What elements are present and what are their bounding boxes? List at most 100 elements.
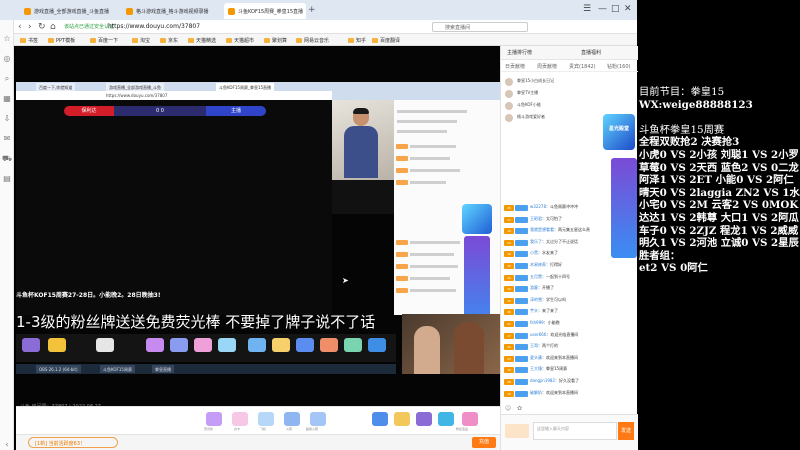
star-icon[interactable]: ☆ bbox=[2, 34, 12, 44]
chat-input[interactable]: 这里输入聊天内容 bbox=[533, 422, 617, 440]
chat-message: 23 夏头康：欢迎来到本直播间 bbox=[504, 355, 578, 364]
gift-item[interactable] bbox=[232, 412, 248, 426]
chat-username[interactable]: user666 bbox=[530, 332, 546, 337]
gift-item[interactable] bbox=[438, 412, 454, 426]
browser-tab[interactable]: 格斗游戏直播_格斗游戏视频录播 bbox=[122, 3, 222, 19]
cart-icon[interactable]: ⛟ bbox=[2, 154, 12, 164]
search-input[interactable]: 搜索直播间 bbox=[432, 22, 528, 32]
chat-username[interactable]: 芋头 bbox=[530, 308, 538, 313]
chat-username[interactable]: 五月赞 bbox=[530, 274, 542, 279]
gift-item[interactable] bbox=[372, 412, 388, 426]
level-badge: 18 bbox=[504, 251, 514, 258]
search-icon[interactable]: ⌕ bbox=[2, 74, 12, 84]
chat-username[interactable]: 夏头康 bbox=[530, 355, 542, 360]
gift-item[interactable] bbox=[258, 412, 274, 426]
browser-tab[interactable]: 游戏直播_全部游戏直播_斗鱼直播 bbox=[20, 3, 120, 19]
bookmark-item[interactable]: 知乎 bbox=[348, 37, 366, 44]
game-icon[interactable]: ◎ bbox=[2, 54, 12, 64]
gift-item[interactable] bbox=[394, 412, 410, 426]
promo-banner[interactable]: 星光殿堂 bbox=[603, 114, 635, 150]
close-icon[interactable]: ✕ bbox=[624, 3, 632, 15]
gift-item[interactable] bbox=[310, 412, 326, 426]
subtab-diamond[interactable]: 钻粉(160) bbox=[607, 63, 630, 70]
chat-username[interactable]: 我乐了 bbox=[530, 239, 542, 244]
download-icon[interactable]: ⇩ bbox=[2, 114, 12, 124]
ranking-row[interactable]: 拳皇15小白成长日记 bbox=[505, 78, 554, 87]
chat-username[interactable]: 王哥 bbox=[530, 343, 538, 348]
note-icon[interactable]: ▤ bbox=[2, 174, 12, 184]
fans-badge-icon[interactable] bbox=[505, 424, 529, 438]
home-icon[interactable]: ⌂ bbox=[50, 21, 56, 33]
collapse-icon[interactable]: ‹ bbox=[2, 440, 12, 450]
send-button[interactable]: 发送 bbox=[618, 422, 634, 440]
gift-item[interactable] bbox=[416, 412, 432, 426]
douyu-icon bbox=[228, 8, 235, 15]
forward-icon[interactable]: › bbox=[28, 21, 32, 33]
bookmark-item[interactable]: 天猫精选 bbox=[188, 37, 216, 44]
captured-chat-panel bbox=[394, 100, 500, 332]
chat-username[interactable]: 游客 bbox=[530, 285, 538, 290]
chat-username[interactable]: 木易修养 bbox=[530, 262, 546, 267]
captured-tab: 游戏直播_全部游戏直播_斗鱼 bbox=[106, 83, 164, 91]
bookmark-item[interactable]: 百度一下 bbox=[90, 37, 118, 44]
back-icon[interactable]: ‹ bbox=[18, 21, 22, 33]
info-line: 小虎0 VS 2小孩 刘聪1 VS 2小罗 bbox=[639, 148, 799, 161]
chat-username[interactable]: 小黑 bbox=[530, 250, 538, 255]
fans-badge bbox=[515, 286, 528, 293]
ranking-row[interactable]: 拳皇TV主播 bbox=[505, 90, 538, 99]
fans-badge bbox=[515, 344, 528, 351]
info-line: et2 VS 0阿仁 bbox=[639, 262, 708, 275]
chat-text: ：两个打的 bbox=[538, 343, 558, 349]
chat-username[interactable]: 淳的雪 bbox=[530, 297, 542, 302]
tab-label: 斗鱼KOF15周赛_拳皇15直播 bbox=[238, 9, 304, 15]
chat-username[interactable]: 破解奶 bbox=[530, 390, 542, 395]
menu-icon[interactable]: ☰ bbox=[583, 3, 591, 15]
bookmark-item[interactable]: 网易云音乐 bbox=[296, 37, 329, 44]
emoji-icon[interactable]: ☺ bbox=[505, 405, 511, 412]
url-field[interactable]: https://www.douyu.com/37807 bbox=[108, 23, 200, 30]
subtab-vip[interactable]: 贵宾(1842) bbox=[569, 63, 596, 70]
fans-badge-button[interactable]: [1新] 当前活跃度63！ bbox=[28, 437, 118, 448]
fans-badge bbox=[515, 355, 528, 362]
bookmark-item[interactable]: 天猫超市 bbox=[226, 37, 254, 44]
bookmark-item[interactable]: PPT模板 bbox=[48, 37, 75, 44]
ranking-row[interactable]: 斗鱼KOF小能 bbox=[505, 102, 541, 111]
calendar-icon[interactable]: ▦ bbox=[2, 94, 12, 104]
bookmark-item[interactable]: 聚划算 bbox=[264, 37, 287, 44]
douyu-icon bbox=[126, 8, 133, 15]
gift-item[interactable] bbox=[284, 412, 300, 426]
ranking-row[interactable]: 格斗游戏爱好者 bbox=[505, 114, 545, 123]
level-badge: 15 bbox=[504, 297, 514, 304]
browser-tab-active[interactable]: 斗鱼KOF15周赛_拳皇15直播 bbox=[224, 3, 306, 19]
video-player[interactable]: 百度一下,你就知道 游戏直播_全部游戏直播_斗鱼 斗鱼KOF15周赛_拳皇15直… bbox=[16, 46, 500, 410]
chat-username[interactable]: 我就是想看看 bbox=[530, 227, 554, 232]
side-promo[interactable] bbox=[611, 158, 637, 258]
chat-message: 25 王哥：两个打的 bbox=[504, 343, 558, 352]
info-line: 目前节目：拳皇15 bbox=[639, 86, 725, 98]
subtab-daily[interactable]: 日贡献榜 bbox=[505, 63, 525, 70]
chat-text: ：欢迎来到本直播间 bbox=[542, 354, 578, 360]
maximize-icon[interactable]: □ bbox=[611, 3, 620, 15]
message-icon[interactable]: ✉ bbox=[2, 134, 12, 144]
level-badge: 29 bbox=[504, 205, 514, 211]
chat-username[interactable]: fsh999 bbox=[530, 320, 544, 325]
chat-username[interactable]: w32278 bbox=[530, 204, 546, 209]
gift-item[interactable] bbox=[206, 412, 222, 426]
subtab-weekly[interactable]: 周贡献榜 bbox=[537, 63, 557, 70]
bookmark-item[interactable]: 书签 bbox=[20, 37, 38, 44]
refresh-icon[interactable]: ↻ bbox=[38, 21, 46, 33]
recharge-button[interactable]: 充值 bbox=[472, 437, 496, 448]
minimize-icon[interactable]: — bbox=[598, 3, 607, 15]
bookmark-item[interactable]: 百度翻译 bbox=[372, 37, 400, 44]
bookmark-item[interactable]: 淘宝 bbox=[132, 37, 150, 44]
gift-item[interactable] bbox=[462, 412, 478, 426]
webcam-feed bbox=[332, 100, 394, 180]
chat-username[interactable]: dangjin1982 bbox=[530, 378, 555, 383]
chat-username[interactable]: 王昭君 bbox=[530, 216, 542, 221]
gift-icon[interactable]: ✿ bbox=[517, 405, 522, 412]
tab-welfare[interactable]: 直播福利 bbox=[581, 49, 601, 56]
tab-rankings[interactable]: 主播排行榜 bbox=[507, 49, 532, 56]
bookmark-item[interactable]: 京东 bbox=[160, 37, 178, 44]
chat-username[interactable]: 王大锤 bbox=[530, 366, 542, 371]
new-tab-icon[interactable]: + bbox=[308, 6, 316, 15]
